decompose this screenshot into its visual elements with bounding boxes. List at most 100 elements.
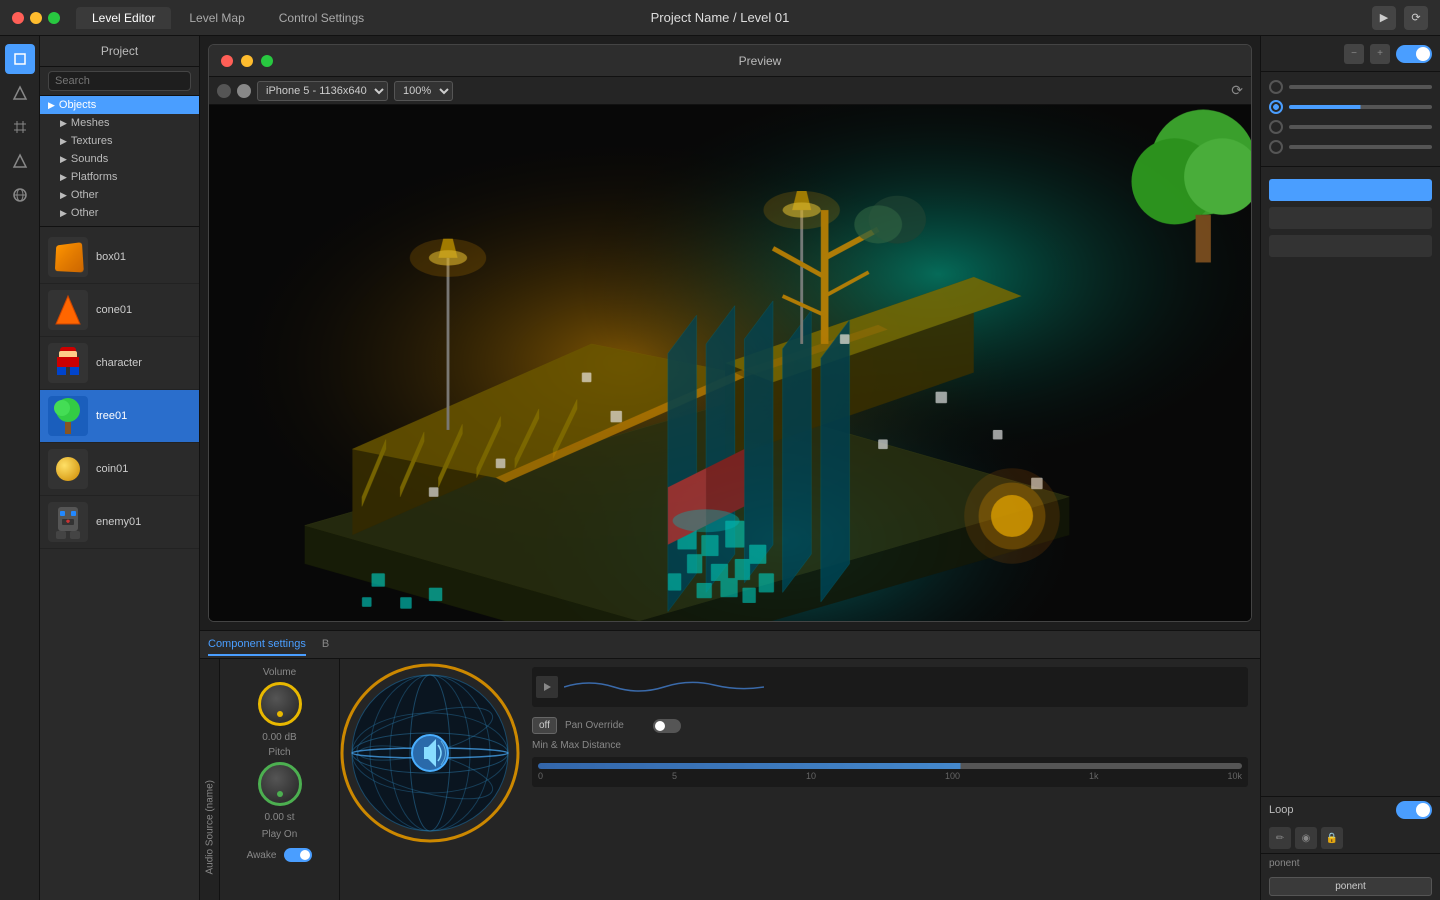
- r-slider-bar-1[interactable]: [1289, 85, 1432, 89]
- tab-level-editor[interactable]: Level Editor: [76, 7, 171, 29]
- icon-grid[interactable]: [5, 112, 35, 142]
- right-sliders: [1261, 72, 1440, 162]
- pitch-knob[interactable]: [258, 762, 302, 806]
- right-divider: [1261, 166, 1440, 167]
- minimize-button[interactable]: [30, 12, 42, 24]
- bottom-panel: Component settings B Audio Source (name)…: [200, 630, 1260, 900]
- cone01-name: cone01: [96, 304, 132, 316]
- globe-container: [340, 663, 520, 843]
- tree-meshes[interactable]: ▶Meshes: [40, 114, 199, 132]
- r-slider-4: [1269, 140, 1432, 154]
- asset-tree01[interactable]: tree01: [40, 390, 199, 443]
- right-active-bar[interactable]: [1269, 179, 1432, 201]
- asset-cone01[interactable]: cone01: [40, 284, 199, 337]
- r-slider-bar-2[interactable]: [1289, 105, 1432, 109]
- right-bottom: [1261, 171, 1440, 796]
- asset-character[interactable]: character: [40, 337, 199, 390]
- tree-objects[interactable]: ▶Objects: [40, 96, 199, 114]
- project-title: Project Name / Level 01: [651, 10, 790, 25]
- coin01-name: coin01: [96, 463, 128, 475]
- tree-section: ▶Objects ▶Meshes ▶Textures ▶Sounds ▶Plat…: [40, 96, 199, 222]
- tree-platforms[interactable]: ▶Platforms: [40, 168, 199, 186]
- title-tabs: Level Editor Level Map Control Settings: [76, 7, 380, 29]
- component-button[interactable]: ponent: [1269, 877, 1432, 896]
- component-tabs: Component settings B: [200, 631, 1260, 659]
- pitch-value: 0.00 st: [264, 812, 294, 823]
- icon-shape[interactable]: [5, 78, 35, 108]
- volume-knob[interactable]: [258, 682, 302, 726]
- pan-controls: off Pan Override Min & Max Distance 0: [520, 659, 1260, 900]
- scene-view[interactable]: [209, 105, 1251, 621]
- globe-svg[interactable]: [340, 663, 520, 843]
- preview-minimize[interactable]: [241, 55, 253, 67]
- loop-toggle[interactable]: [1396, 801, 1432, 819]
- play-on-row: Play On: [262, 827, 298, 842]
- cone01-thumb: [48, 290, 88, 330]
- tree01-thumb: [48, 396, 88, 436]
- eye-icon[interactable]: ◉: [1295, 827, 1317, 849]
- right-plus-btn[interactable]: +: [1370, 44, 1390, 64]
- center-panel: Preview iPhone 5 - 1136x640 100% ⟳: [200, 36, 1260, 900]
- tree-other-2[interactable]: ▶Other: [40, 204, 199, 222]
- refresh-button[interactable]: ⟳: [1404, 6, 1428, 30]
- title-right-controls: ▶ ⟳: [1372, 6, 1428, 30]
- search-bar: [40, 67, 199, 96]
- right-minus-btn[interactable]: −: [1344, 44, 1364, 64]
- volume-label: Volume: [263, 667, 296, 678]
- tree-other-1[interactable]: ▶Other: [40, 186, 199, 204]
- tree-sounds[interactable]: ▶Sounds: [40, 150, 199, 168]
- awake-label: Awake: [247, 850, 277, 861]
- tree-textures[interactable]: ▶Textures: [40, 132, 199, 150]
- component-label: ponent: [1261, 853, 1440, 873]
- tab-b[interactable]: B: [322, 634, 329, 656]
- distance-slider[interactable]: [538, 763, 1242, 769]
- edit-icon[interactable]: ✏: [1269, 827, 1291, 849]
- refresh-icon[interactable]: ⟳: [1231, 82, 1243, 99]
- preview-btn-1[interactable]: [217, 84, 231, 98]
- min-max-row: Min & Max Distance: [532, 740, 1248, 751]
- right-empty-bar-1: [1269, 207, 1432, 229]
- loop-row: Loop: [1261, 796, 1440, 823]
- zoom-select[interactable]: 100%: [394, 81, 453, 101]
- pan-override-label: Pan Override: [565, 720, 645, 731]
- r-radio-2[interactable]: [1269, 100, 1283, 114]
- right-top: − +: [1261, 36, 1440, 72]
- awake-toggle[interactable]: [284, 848, 312, 862]
- icon-triangle[interactable]: [5, 146, 35, 176]
- preview-maximize[interactable]: [261, 55, 273, 67]
- device-select[interactable]: iPhone 5 - 1136x640: [257, 81, 388, 101]
- preview-window: Preview iPhone 5 - 1136x640 100% ⟳: [208, 44, 1252, 622]
- asset-box01[interactable]: box01: [40, 231, 199, 284]
- asset-enemy01[interactable]: enemy01: [40, 496, 199, 549]
- box01-thumb: [48, 237, 88, 277]
- off-button[interactable]: off: [532, 717, 557, 734]
- preview-title: Preview: [281, 54, 1239, 68]
- asset-coin01[interactable]: coin01: [40, 443, 199, 496]
- audio-source-label: Audio Source (name): [204, 780, 215, 875]
- play-button[interactable]: ▶: [1372, 6, 1396, 30]
- tab-level-map[interactable]: Level Map: [173, 7, 260, 29]
- preview-close[interactable]: [221, 55, 233, 67]
- project-header: Project: [40, 36, 199, 67]
- r-slider-bar-3[interactable]: [1289, 125, 1432, 129]
- icon-select[interactable]: [5, 44, 35, 74]
- r-slider-bar-4[interactable]: [1289, 145, 1432, 149]
- pan-override-toggle[interactable]: [653, 719, 681, 733]
- pan-override-row: off Pan Override: [532, 717, 1248, 734]
- waveform-btn[interactable]: [536, 676, 558, 698]
- pitch-label: Pitch: [268, 747, 290, 758]
- close-button[interactable]: [12, 12, 24, 24]
- search-input[interactable]: [48, 71, 191, 91]
- preview-btn-2[interactable]: [237, 84, 251, 98]
- r-radio-1[interactable]: [1269, 80, 1283, 94]
- tab-component-settings[interactable]: Component settings: [208, 634, 306, 656]
- maximize-button[interactable]: [48, 12, 60, 24]
- right-panel: − +: [1260, 36, 1440, 900]
- lock-icon[interactable]: 🔒: [1321, 827, 1343, 849]
- slider-labels: 0 5 10 100 1k 10k: [538, 771, 1242, 781]
- r-radio-4[interactable]: [1269, 140, 1283, 154]
- icon-globe[interactable]: [5, 180, 35, 210]
- tab-control-settings[interactable]: Control Settings: [263, 7, 380, 29]
- right-toggle[interactable]: [1396, 45, 1432, 63]
- r-radio-3[interactable]: [1269, 120, 1283, 134]
